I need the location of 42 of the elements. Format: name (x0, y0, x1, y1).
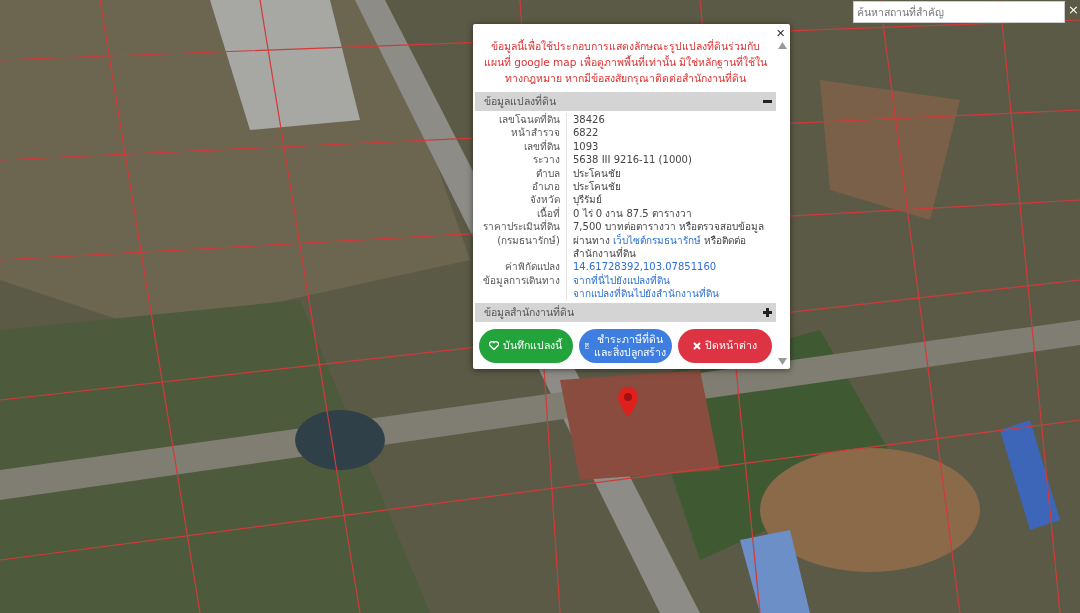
pay-tax-button[interactable]: ชำระภาษีที่ดินและสิ่งปลูกสร้าง (578, 328, 673, 363)
field-value: 6822 (572, 126, 600, 140)
close-button[interactable]: × (774, 24, 787, 41)
field-value: 5638 III 9216-11 (1000) (572, 153, 693, 167)
expand-icon[interactable] (763, 307, 772, 317)
route-link[interactable]: จากที่นี่ไปยังแปลงที่ดิน (573, 273, 670, 288)
field-label: ตำบล (475, 166, 567, 181)
field-label: ค่าพิกัดแปลง (475, 260, 567, 274)
field-value: ประโคนชัย (572, 180, 622, 194)
search-field[interactable]: ค้นหาสถานที่สำคัญ (853, 1, 1065, 23)
route-link[interactable]: จากแปลงที่ดินไปยังสำนักงานที่ดิน (573, 287, 719, 301)
field-label: ระวาง (475, 153, 567, 167)
scroll-up-icon[interactable] (778, 42, 787, 49)
close-window-button[interactable]: ปิดหน้าต่าง (678, 328, 772, 363)
field-label: เลขที่ดิน (475, 139, 567, 154)
calculator-icon (584, 340, 590, 351)
map-pin-icon[interactable] (616, 386, 640, 418)
field-label: เลขโฉนดที่ดิน (475, 113, 567, 127)
heart-icon (489, 341, 500, 351)
section-header[interactable]: ข้อมูลแปลงที่ดิน (475, 92, 776, 111)
field-value: 1093 (572, 139, 600, 154)
disclaimer-text: ข้อมูลนี้เพื่อใช้ประกอบการแสดงลักษณะรูปแปลงที่ดินร่วมกับแผนที่ google map เพื่อดูภาพพื้นที่เท่านั้น มิใช่หลักฐานที่ใช้ในทางกฎหมาย หากมีข้อสงสัยกรุณาติดต่อสำนักงานที่ดิน (482, 38, 769, 86)
section-title: ข้อมูลสำนักงานที่ดิน (484, 304, 574, 321)
field-label: จังหวัด (475, 193, 567, 207)
field-value: 7,500 บาทต่อตารางวา หรือตรวจสอบข้อมูลผ่านทาง เว็บไซต์กรมธนารักษ์ หรือติดต่อสำนักงานที่ดิน (572, 220, 765, 261)
field-label: ข้อมูลการเดินทาง (475, 273, 567, 301)
section-title: ข้อมูลแปลงที่ดิน (484, 93, 556, 110)
website-link[interactable]: เว็บไซต์กรมธนารักษ์ (613, 234, 702, 246)
close-icon (693, 341, 702, 350)
field-label: เนื้อที่ (475, 206, 567, 221)
field-label: ราคาประเมินที่ดิน (กรมธนารักษ์) (475, 220, 567, 261)
field-value: 0 ไร่ 0 งาน 87.5 ตารางวา (572, 206, 693, 221)
save-button[interactable]: บันทึกแปลงนี้ (479, 328, 573, 363)
field-value: บุรีรัมย์ (572, 193, 603, 207)
field-value: ประโคนชัย (572, 166, 622, 181)
field-value: 38426 (572, 113, 606, 127)
route-link[interactable]: 14.61728392,103.07851160 (573, 260, 717, 274)
scroll-down-icon[interactable] (778, 358, 787, 365)
section-header[interactable]: ข้อมูลสำนักงานที่ดิน (475, 302, 776, 322)
field-label: หน้าสำรวจ (475, 126, 567, 140)
clear-search-button[interactable]: × (1068, 2, 1079, 17)
field-label: อำเภอ (475, 180, 567, 194)
